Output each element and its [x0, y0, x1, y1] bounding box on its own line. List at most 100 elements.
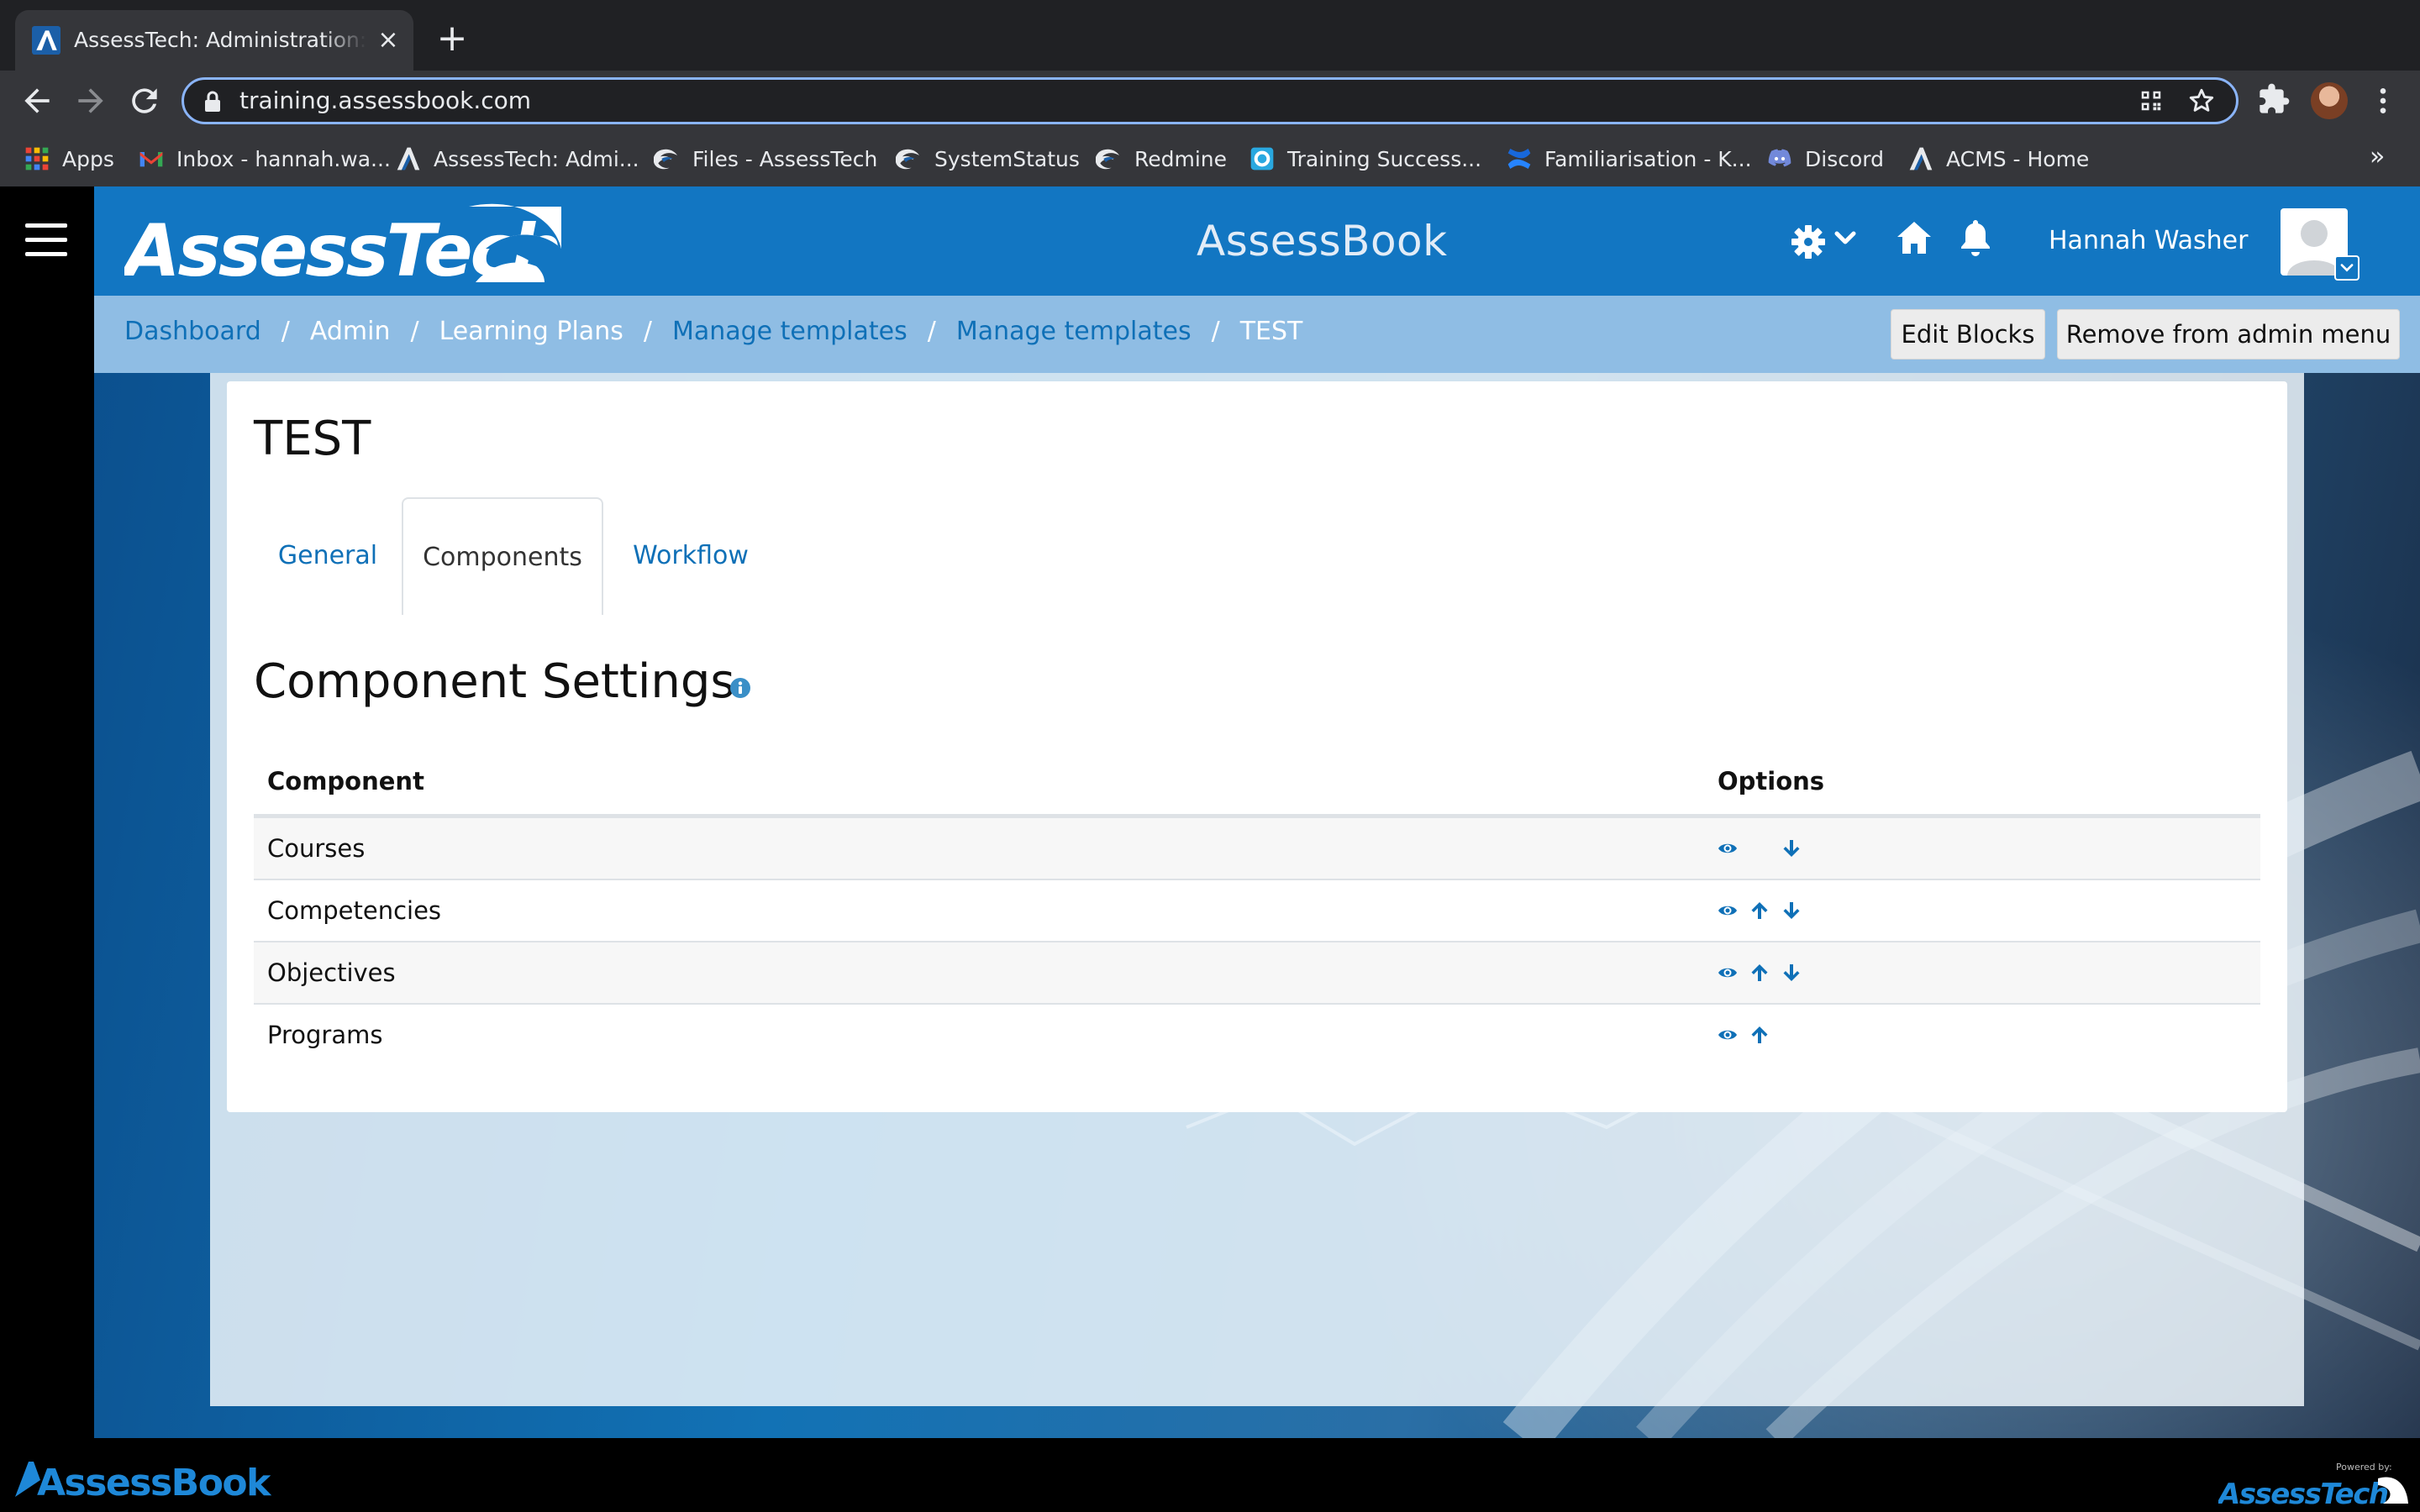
swoosh-icon — [1096, 149, 1119, 170]
bookmark-discord[interactable]: Discord — [1766, 131, 1884, 186]
row-options — [1718, 880, 1802, 941]
move-down-arrow-icon[interactable] — [1781, 963, 1802, 983]
gmail-icon — [139, 152, 163, 167]
left-rail — [0, 186, 94, 1438]
visibility-eye-icon[interactable] — [1718, 900, 1738, 921]
reload-icon[interactable] — [126, 82, 163, 119]
bookmark-familiarisation[interactable]: Familiarisation - K... — [1506, 131, 1752, 186]
visibility-eye-icon[interactable] — [1718, 1025, 1738, 1045]
discord-icon — [1768, 149, 1791, 167]
move-up-arrow-icon[interactable] — [1749, 963, 1770, 983]
visibility-eye-icon[interactable] — [1718, 838, 1738, 858]
breadcrumb-dashboard[interactable]: Dashboard — [124, 317, 261, 346]
bookmarks-overflow-button[interactable]: » — [2370, 131, 2385, 186]
browser-profile-avatar[interactable] — [2311, 82, 2348, 119]
table-row: Programs — [254, 1003, 2260, 1065]
tab-general[interactable]: General — [254, 497, 402, 615]
breadcrumb-manage-templates-2[interactable]: Manage templates — [956, 317, 1192, 346]
qr-code-icon[interactable] — [2139, 88, 2164, 113]
notifications-bell-icon[interactable] — [1958, 218, 1993, 257]
assesstech-favicon-icon — [32, 26, 60, 55]
section-title: Component Settings — [254, 654, 735, 709]
move-up-arrow-icon[interactable] — [1749, 1025, 1770, 1045]
component-name: Courses — [267, 834, 366, 863]
breadcrumb-separator: / — [1211, 316, 1220, 346]
move-down-arrow-icon[interactable] — [1781, 838, 1802, 858]
bookmark-label: AssessTech: Admi... — [434, 146, 639, 171]
user-name[interactable]: Hannah Washer — [2049, 186, 2248, 296]
apps-grid-icon — [25, 147, 49, 171]
breadcrumb-separator: / — [927, 316, 936, 346]
table-header-row: Component Options — [254, 732, 2260, 816]
swoosh-icon — [654, 149, 677, 170]
breadcrumb-learning-plans: Learning Plans — [439, 316, 623, 346]
move-down-arrow-icon[interactable] — [1781, 900, 1802, 921]
edit-blocks-button[interactable]: Edit Blocks — [1891, 309, 2045, 360]
page-title: TEST — [254, 412, 371, 466]
bookmark-acms-home[interactable]: ACMS - Home — [1907, 131, 2089, 186]
row-options — [1718, 942, 1802, 1003]
breadcrumb-bar: Dashboard / Admin / Learning Plans / Man… — [94, 296, 2420, 373]
bookmark-star-icon[interactable] — [2187, 87, 2216, 115]
content-card: TEST General Components Workflow Compone… — [227, 381, 2287, 1112]
bookmark-files[interactable]: Files - AssessTech — [654, 131, 877, 186]
bookmark-training-success[interactable]: Training Success... — [1249, 131, 1481, 186]
table-row: Courses — [254, 816, 2260, 879]
component-name: Competencies — [267, 896, 442, 925]
bookmark-apps[interactable]: Apps — [24, 131, 114, 186]
move-up-arrow-icon[interactable] — [1749, 900, 1770, 921]
lock-icon[interactable] — [203, 91, 223, 113]
bookmark-label: Familiarisation - K... — [1544, 146, 1752, 171]
bookmark-label: Apps — [62, 146, 114, 171]
user-menu-chevron-down-icon[interactable] — [2334, 255, 2360, 281]
assesstech-icon — [1909, 147, 1933, 171]
powered-by-logo-text: AssessTech — [2218, 1478, 2388, 1509]
page-footer: AssessBook Powered by: AssessTech — [0, 1438, 2420, 1512]
breadcrumb-separator: / — [643, 316, 652, 346]
assesstech-logo[interactable]: AssessTech — [124, 198, 561, 286]
powered-by-assesstech-logo: Powered by: AssessTech — [2218, 1462, 2408, 1509]
bookmarks-bar: Apps Inbox - hannah.wa... AssessTech: Ad… — [0, 131, 2420, 186]
info-icon[interactable] — [729, 677, 751, 699]
browser-tab-strip: AssessTech: Administration: Learning Pla… — [0, 0, 2420, 71]
extensions-puzzle-icon[interactable] — [2257, 82, 2291, 116]
bookmark-label: ACMS - Home — [1946, 146, 2090, 171]
component-name: Programs — [267, 1021, 383, 1049]
browser-toolbar: training.assessbook.com — [0, 71, 2420, 131]
home-icon[interactable] — [1896, 220, 1933, 255]
confluence-icon — [1507, 149, 1531, 169]
forward-arrow-icon[interactable] — [72, 82, 109, 119]
new-tab-icon[interactable]: + — [435, 20, 469, 57]
tab-workflow[interactable]: Workflow — [603, 497, 778, 615]
tab-components[interactable]: Components — [402, 497, 603, 615]
powered-by-label: Powered by: — [2336, 1462, 2392, 1473]
address-bar[interactable]: training.assessbook.com — [182, 77, 2238, 124]
tab-bar: General Components Workflow — [254, 497, 2260, 615]
trainingsuccess-icon — [1250, 147, 1274, 171]
settings-gear-icon[interactable] — [1791, 222, 1864, 260]
back-arrow-icon[interactable] — [18, 82, 55, 119]
breadcrumb-admin: Admin — [309, 316, 391, 346]
visibility-eye-icon[interactable] — [1718, 963, 1738, 983]
breadcrumb-separator: / — [410, 316, 419, 346]
assessbook-footer-logo: AssessBook — [15, 1462, 274, 1500]
table-row: Competencies — [254, 879, 2260, 941]
bookmark-inbox[interactable]: Inbox - hannah.wa... — [138, 131, 391, 186]
bookmark-redmine[interactable]: Redmine — [1096, 131, 1227, 186]
swoosh-icon — [896, 149, 919, 170]
assesstech-icon — [397, 147, 420, 171]
remove-from-admin-menu-button[interactable]: Remove from admin menu — [2057, 309, 2400, 360]
hamburger-menu-icon[interactable] — [25, 222, 67, 259]
column-header-component: Component — [267, 766, 424, 795]
footer-logo-text: AssessBook — [37, 1462, 272, 1500]
tab-close-icon[interactable]: × — [375, 27, 402, 54]
bookmark-label: Inbox - hannah.wa... — [176, 146, 391, 171]
browser-tab-active[interactable]: AssessTech: Administration: Learning Pla… — [15, 10, 413, 71]
column-header-options: Options — [1718, 766, 1825, 795]
bookmark-systemstatus[interactable]: SystemStatus — [896, 131, 1080, 186]
breadcrumb-current-test: TEST — [1239, 316, 1303, 346]
empty-slot — [1749, 838, 1770, 858]
bookmark-assesstech-admin[interactable]: AssessTech: Admi... — [395, 131, 639, 186]
kebab-menu-icon[interactable] — [2366, 82, 2400, 119]
breadcrumb-manage-templates[interactable]: Manage templates — [672, 317, 908, 346]
